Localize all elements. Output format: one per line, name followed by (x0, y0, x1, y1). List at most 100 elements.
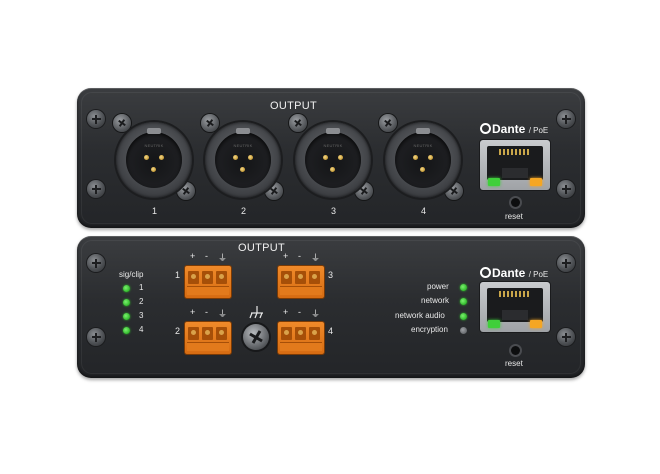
xlr-pin-icon (338, 155, 343, 160)
terminal-channel-label: 2 (175, 326, 181, 336)
encryption-led (460, 327, 467, 334)
xlr-socket (395, 132, 451, 188)
terminal-screw-icon (309, 327, 320, 340)
sigclip-led-4 (123, 327, 130, 334)
polarity-plus-label: + (190, 307, 196, 317)
chassis-ground-icon (249, 306, 263, 319)
xlr-latch-icon[interactable] (147, 128, 161, 134)
polarity-plus-label: + (190, 251, 196, 261)
terminal-block-output-1[interactable] (185, 266, 231, 298)
sigclip-led-3 (123, 313, 130, 320)
xlr-channel-label: 1 (152, 206, 158, 216)
terminal-screw-icon (295, 271, 306, 284)
corner-screw-icon (87, 254, 105, 272)
terminal-base (187, 342, 229, 351)
reset-button[interactable] (511, 198, 520, 207)
xlr-pin-icon (420, 167, 425, 172)
xlr-channel-label: 4 (421, 206, 427, 216)
terminal-block-output-4[interactable] (278, 322, 324, 354)
terminal-block-output-2[interactable] (185, 322, 231, 354)
dante-logo: Dante / PoE (480, 266, 548, 280)
corner-screw-icon (87, 180, 105, 198)
xlr-brand-mark: NEUTRIK (233, 143, 253, 148)
xlr-brand-mark: NEUTRIK (144, 143, 164, 148)
polarity-ground-label: ⏚ (218, 309, 228, 319)
corner-screw-icon (87, 110, 105, 128)
terminal-screw-icon (281, 271, 292, 284)
xlr-pin-icon (428, 155, 433, 160)
xlr-latch-icon[interactable] (236, 128, 250, 134)
xlr-brand-mark: NEUTRIK (323, 143, 343, 148)
corner-screw-icon (557, 180, 575, 198)
top-output-title: OUTPUT (270, 100, 318, 112)
xlr-pin-icon (330, 167, 335, 172)
dante-brand-label: Dante (492, 122, 526, 136)
xlr-output-connector-4[interactable]: NEUTRIK (385, 122, 461, 198)
polarity-plus-label: + (283, 251, 289, 261)
activity-led-icon (530, 320, 542, 328)
reset-button[interactable] (511, 346, 520, 355)
xlr-mount-screw-icon (201, 114, 219, 132)
ethernet-port[interactable] (480, 140, 550, 190)
network-led (460, 298, 467, 305)
terminal-channel-label: 3 (328, 270, 334, 280)
sigclip-label: sig/clip (119, 270, 144, 279)
xlr-socket (305, 132, 361, 188)
sigclip-channel-label: 2 (139, 297, 144, 306)
terminal-screw-icon (188, 271, 199, 284)
power-led (460, 284, 467, 291)
xlr-output-connector-3[interactable]: NEUTRIK (295, 122, 371, 198)
terminal-screw-icon (202, 327, 213, 340)
terminal-base (187, 286, 229, 295)
ethernet-port[interactable] (480, 282, 550, 332)
top-device-panel: OUTPUT NEUTRIK 1 NEUTRIK 2 NEUTRIK 3 NEU… (77, 88, 585, 228)
reset-label: reset (505, 359, 523, 368)
sigclip-led-1 (123, 285, 130, 292)
dante-d-icon (480, 267, 491, 278)
ground-screw-icon[interactable] (243, 324, 269, 350)
terminal-block-output-3[interactable] (278, 266, 324, 298)
sigclip-led-2 (123, 299, 130, 306)
terminal-channel-label: 4 (328, 326, 334, 336)
dante-logo: Dante / PoE (480, 122, 548, 136)
polarity-minus-label: - (205, 251, 208, 261)
xlr-channel-label: 2 (241, 206, 247, 216)
xlr-socket (215, 132, 271, 188)
bottom-device-panel: OUTPUT sig/clip 1 2 3 4 + - ⏚ 1 + - ⏚ 3 … (77, 236, 585, 378)
xlr-mount-screw-icon (113, 114, 131, 132)
polarity-minus-label: - (205, 307, 208, 317)
status-led-label-encryption: encryption (411, 325, 448, 334)
xlr-latch-icon[interactable] (416, 128, 430, 134)
polarity-minus-label: - (298, 251, 301, 261)
ethernet-latch-slot (502, 310, 528, 320)
ethernet-latch-slot (502, 168, 528, 178)
dante-brand-label: Dante (492, 266, 526, 280)
xlr-brand-mark: NEUTRIK (413, 143, 433, 148)
xlr-mount-screw-icon (379, 114, 397, 132)
polarity-ground-label: ⏚ (311, 253, 321, 263)
xlr-pin-icon (248, 155, 253, 160)
polarity-ground-label: ⏚ (218, 253, 228, 263)
xlr-latch-icon[interactable] (326, 128, 340, 134)
polarity-plus-label: + (283, 307, 289, 317)
xlr-output-connector-2[interactable]: NEUTRIK (205, 122, 281, 198)
xlr-pin-icon (240, 167, 245, 172)
poe-label: / PoE (528, 126, 549, 135)
xlr-socket (126, 132, 182, 188)
xlr-output-connector-1[interactable]: NEUTRIK (116, 122, 192, 198)
bottom-output-title: OUTPUT (238, 242, 286, 254)
terminal-screw-icon (309, 271, 320, 284)
terminal-screw-icon (281, 327, 292, 340)
terminal-screw-icon (216, 327, 227, 340)
sigclip-channel-label: 3 (139, 311, 144, 320)
dante-d-icon (480, 123, 491, 134)
sigclip-channel-label: 4 (139, 325, 144, 334)
xlr-pin-icon (151, 167, 156, 172)
status-led-label-power: power (427, 282, 449, 291)
terminal-screw-icon (295, 327, 306, 340)
xlr-channel-label: 3 (331, 206, 337, 216)
status-led-label-network-audio: network audio (395, 311, 445, 320)
terminal-screw-icon (188, 327, 199, 340)
polarity-minus-label: - (298, 307, 301, 317)
xlr-mount-screw-icon (289, 114, 307, 132)
